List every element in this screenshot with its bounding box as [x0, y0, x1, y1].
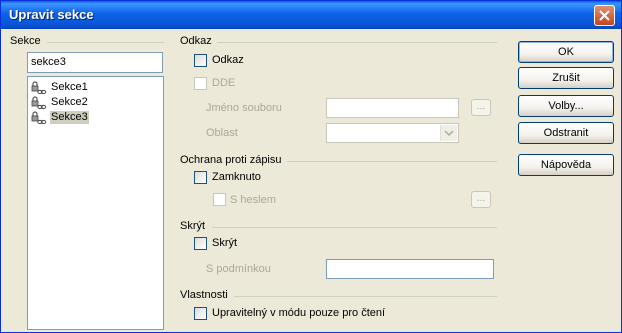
section-link-icon: [31, 96, 47, 110]
protection-header: Ochrana proti zápisu: [180, 154, 282, 166]
dde-checkbox[interactable]: [194, 77, 207, 90]
section-link-icon: [31, 81, 47, 95]
browse-file-button[interactable]: ...: [471, 99, 491, 116]
password-label: S heslem: [230, 194, 276, 206]
section-link-icon: [31, 111, 47, 125]
condition-input[interactable]: [326, 259, 494, 279]
protection-separator: [287, 161, 497, 162]
list-item-label: Sekce3: [50, 111, 89, 124]
close-icon: [599, 10, 610, 21]
hide-header: Skrýt: [180, 220, 206, 232]
section-name-value: sekce3: [31, 56, 66, 68]
editable-readonly-checkbox[interactable]: [194, 307, 207, 320]
list-item-label: Sekce1: [51, 81, 88, 93]
locked-label: Zamknuto: [212, 171, 261, 183]
properties-separator: [234, 296, 497, 297]
link-checkbox[interactable]: [194, 54, 207, 67]
chevron-down-icon: [444, 130, 454, 137]
hide-checkbox[interactable]: [194, 237, 207, 250]
ok-button-label: OK: [558, 46, 574, 58]
hide-label: Skrýt: [212, 237, 238, 249]
browse-file-label: ...: [476, 101, 486, 112]
remove-button[interactable]: Odstranit: [518, 122, 614, 144]
link-header: Odkaz: [180, 35, 212, 47]
help-button-label: Nápověda: [540, 159, 592, 171]
remove-button-label: Odstranit: [543, 127, 589, 139]
editable-readonly-label: Upravitelný v módu pouze pro čtení: [212, 307, 386, 319]
list-item-label: Sekce2: [51, 96, 88, 108]
condition-label: S podmínkou: [206, 263, 271, 275]
options-button[interactable]: Volby...: [518, 95, 614, 117]
title-bar[interactable]: Upravit sekce: [1, 1, 621, 29]
dde-label: DDE: [212, 77, 236, 89]
properties-header: Vlastnosti: [180, 289, 228, 301]
sections-header: Sekce: [10, 35, 41, 47]
password-checkbox[interactable]: [213, 193, 226, 206]
area-dropdown-button[interactable]: [440, 125, 457, 141]
dialog-window: Upravit sekce Sekce sekce3 Sekce1 Sekce2…: [0, 0, 622, 333]
window-title: Upravit sekce: [9, 7, 94, 22]
password-button-label: ...: [476, 193, 486, 204]
locked-checkbox[interactable]: [194, 171, 207, 184]
section-name-input[interactable]: sekce3: [27, 52, 163, 73]
options-button-label: Volby...: [548, 100, 584, 112]
link-separator: [217, 42, 497, 43]
cancel-button[interactable]: Zrušit: [518, 67, 614, 89]
area-select[interactable]: [326, 123, 459, 143]
sections-separator: [47, 42, 164, 43]
filename-input[interactable]: [326, 98, 459, 118]
cancel-button-label: Zrušit: [552, 72, 580, 84]
hide-separator: [212, 227, 497, 228]
filename-label: Jméno souboru: [206, 102, 282, 114]
help-button[interactable]: Nápověda: [518, 154, 614, 176]
link-checkbox-label: Odkaz: [212, 54, 244, 66]
close-button[interactable]: [594, 5, 615, 26]
password-button[interactable]: ...: [471, 191, 491, 208]
section-list[interactable]: Sekce1 Sekce2 Sekce3: [27, 76, 164, 330]
ok-button[interactable]: OK: [518, 41, 614, 63]
area-label: Oblast: [206, 127, 238, 139]
